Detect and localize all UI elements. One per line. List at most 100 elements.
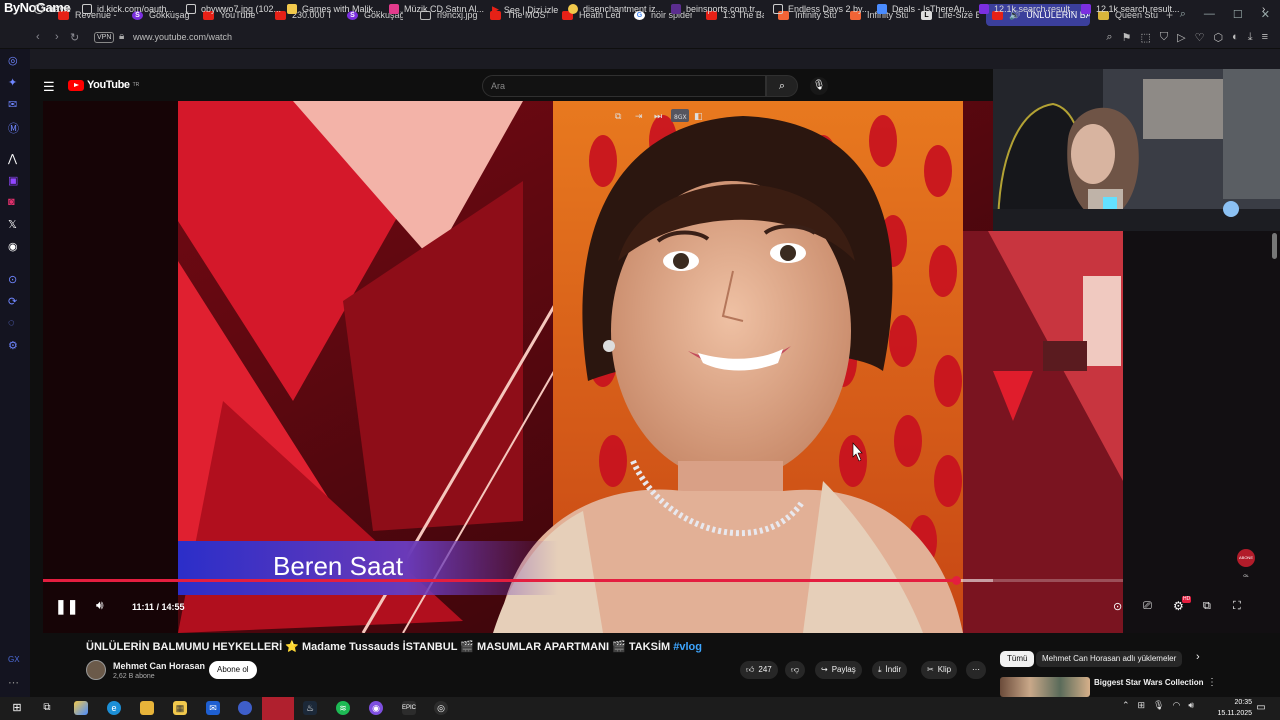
bookmark-kick[interactable]: id.kick.com/oauth...	[82, 4, 174, 14]
url-field[interactable]: www.youtube.com/watch	[133, 32, 232, 42]
minimize-icon[interactable]: —	[1204, 8, 1215, 21]
shield-icon[interactable]: ⛉	[1160, 31, 1168, 44]
bookmark-obywwo7[interactable]: obywwo7.jpg (102...	[186, 4, 281, 14]
clip-button[interactable]: ✂ Klip	[921, 661, 958, 679]
recommended-title[interactable]: Biggest Star Wars Collection! - Guinness…	[1094, 678, 1204, 687]
download-icon[interactable]: ⤓	[1248, 31, 1253, 44]
extensions-icon[interactable]: ⬡	[1213, 31, 1223, 44]
chip-channel-uploads[interactable]: Mehmet Can Horasan adlı yüklemeler	[1036, 651, 1183, 667]
share-button[interactable]: ↪ Paylaş	[815, 661, 862, 679]
sidebar-chat-icon[interactable]: ◌	[8, 317, 15, 329]
tray-chevron-icon[interactable]: ⌃	[1122, 700, 1130, 711]
sidebar-ai-icon[interactable]: ✦	[8, 76, 17, 89]
bookmark-dizi-izle[interactable]: ▶ See | Dizi izle	[492, 4, 558, 15]
search-button[interactable]: ⌕	[766, 75, 798, 97]
speaker-tray-icon[interactable]: 🔊︎	[1188, 700, 1194, 711]
sidebar-more-icon[interactable]: ⋯	[8, 676, 19, 689]
app-circle-icon[interactable]	[238, 701, 252, 715]
voice-search-button[interactable]: 🎙︎	[810, 77, 828, 95]
subtitles-button[interactable]: ⎚	[1143, 600, 1152, 613]
windows-start-icon[interactable]: ⊞	[10, 701, 24, 715]
hashtag-link[interactable]: #vlog	[673, 641, 702, 653]
twitch-icon[interactable]: ▣	[8, 174, 18, 187]
taskbar-clock[interactable]: 20:35 15.11.2025	[1217, 697, 1252, 719]
video-player[interactable]: Beren Saat ⧉ ⇥ ⏭ 8GX ◧	[43, 101, 1123, 633]
discord-icon[interactable]: ◉	[8, 240, 18, 253]
wallet-icon[interactable]: ◐	[1232, 31, 1239, 44]
bookmark-travle[interactable]: travle	[34, 4, 71, 14]
more-actions-button[interactable]: ⋯	[966, 661, 986, 679]
chip-next-icon[interactable]: ›	[1196, 651, 1200, 663]
volume-button[interactable]: 🔊︎	[96, 598, 104, 613]
abone-watermark[interactable]: ABONE OL	[1237, 549, 1255, 578]
lock-icon[interactable]: 🔒︎	[119, 31, 124, 42]
sidebar-gx-icon[interactable]: GX	[8, 655, 20, 664]
store-icon[interactable]: ▦	[173, 701, 187, 715]
youtube-logo[interactable]: YouTube TR	[68, 79, 139, 91]
screenshot-icon[interactable]: ⬚	[1140, 31, 1150, 44]
obs-icon[interactable]: ◎	[434, 701, 448, 715]
bookmark-disenchantment[interactable]: disenchantment iz...	[568, 4, 663, 14]
task-view-icon[interactable]: ⧉	[40, 701, 54, 715]
bookmark-icon[interactable]: ⚑	[1122, 31, 1132, 44]
bookmark-search-2[interactable]: 12.1k search result...	[1081, 4, 1180, 14]
wifi-icon[interactable]: ◠	[1172, 700, 1180, 711]
right-side-panel	[1123, 231, 1280, 633]
maximize-icon[interactable]: ☐	[1233, 8, 1243, 21]
discord-taskbar-icon[interactable]: ◉	[369, 701, 383, 715]
bookmark-isthereany[interactable]: Deals - IsThereAn...	[877, 4, 972, 14]
sidebar-arc-icon[interactable]: ⋀	[8, 152, 17, 165]
recommended-more-icon[interactable]: ⋮	[1207, 677, 1217, 688]
spotify-icon[interactable]: ≋	[336, 701, 350, 715]
bookmark-games-malik[interactable]: Games with Malik...	[287, 4, 381, 14]
subscribe-button[interactable]: Abone ol	[209, 661, 257, 679]
copilot-icon[interactable]	[74, 701, 88, 715]
heart-icon[interactable]: ♡	[1195, 31, 1205, 44]
sidebar-settings-icon[interactable]: ⚙	[8, 339, 18, 352]
like-button[interactable]: 👍︎ 247	[740, 661, 778, 679]
bookmark-muzik-cd[interactable]: Müzik CD Satın Al...	[389, 4, 484, 14]
page-scrollbar[interactable]	[1272, 233, 1277, 259]
mail-icon[interactable]: ✉	[206, 701, 220, 715]
network-icon[interactable]: ⊞	[1137, 700, 1145, 711]
miniplayer-button[interactable]: ⧉	[1203, 600, 1211, 613]
progress-scrubber[interactable]	[951, 576, 961, 585]
microphone-tray-icon[interactable]: 🎙︎	[1153, 700, 1164, 711]
recommended-thumbnail[interactable]	[1000, 677, 1090, 697]
edge-icon[interactable]: e	[107, 701, 121, 715]
dislike-button[interactable]: 👎︎	[785, 661, 806, 679]
search-tabs-icon[interactable]: ⌕	[1180, 8, 1186, 21]
hamburger-menu-icon[interactable]: ☰	[43, 79, 55, 95]
channel-avatar[interactable]	[86, 660, 106, 680]
vpn-badge[interactable]: VPN	[94, 32, 115, 43]
steam-icon[interactable]: ♨	[303, 701, 317, 715]
autoplay-toggle[interactable]: ⊙	[1113, 600, 1122, 613]
download-button[interactable]: ⤓ İndir	[872, 661, 908, 679]
sidebar-home-icon[interactable]: ◎	[8, 54, 18, 67]
opera-gx-taskbar-icon[interactable]	[262, 697, 294, 720]
forward-icon[interactable]: ›	[55, 31, 59, 43]
bookmarks-more-icon[interactable]: ›	[1262, 4, 1265, 15]
x-icon[interactable]: 𝕏	[8, 218, 17, 231]
epic-games-icon[interactable]: EPIC	[402, 701, 416, 715]
instagram-icon[interactable]: ◙	[8, 196, 15, 208]
sidebar-m-icon[interactable]: Ⓜ	[8, 120, 19, 136]
play-icon[interactable]: ▷	[1177, 31, 1185, 44]
search-input[interactable]: Ara	[482, 75, 766, 97]
bookmark-endless-days[interactable]: Endless Days 2 by...	[773, 4, 869, 14]
chip-all[interactable]: Tümü	[1000, 651, 1035, 667]
reload-icon[interactable]: ↻	[70, 31, 79, 44]
fullscreen-button[interactable]: ⛶	[1233, 600, 1241, 613]
sidebar-messenger-icon[interactable]: ✉	[8, 98, 17, 111]
menu-icon[interactable]: ≡	[1262, 31, 1268, 44]
bookmark-beinsports[interactable]: beinsports.com.tr...	[671, 4, 762, 14]
pause-button[interactable]: ❚❚	[55, 598, 78, 615]
sidebar-history-icon[interactable]: ⟳	[8, 295, 17, 308]
channel-name[interactable]: Mehmet Can Horasan	[113, 661, 205, 671]
notifications-icon[interactable]: ▭	[1254, 701, 1268, 715]
file-explorer-icon[interactable]	[140, 701, 154, 715]
sidebar-player-icon[interactable]: ⊙	[8, 273, 17, 286]
back-icon[interactable]: ‹	[36, 31, 40, 43]
bookmark-search-1[interactable]: 12.1k search result...	[979, 4, 1078, 14]
zoom-icon[interactable]: ⌕	[1106, 31, 1112, 44]
